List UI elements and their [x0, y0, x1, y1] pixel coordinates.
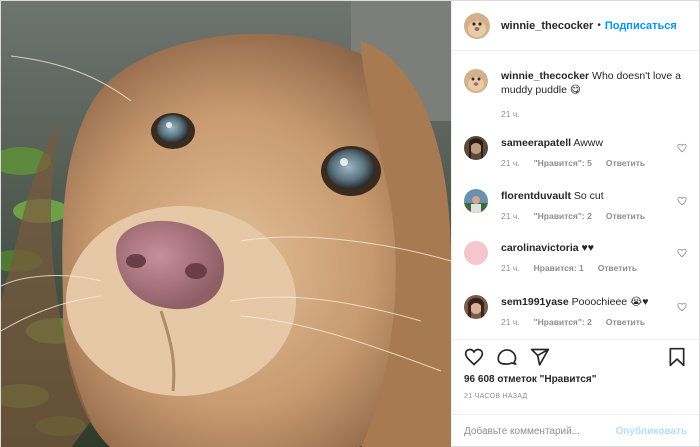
- comment-text: sem1991yase Pooochieee 😭♥: [501, 295, 687, 309]
- comment-username[interactable]: carolinavictoria: [501, 242, 579, 254]
- comment-text: florentduvault So cut: [501, 189, 687, 203]
- comment-username[interactable]: florentduvault: [501, 190, 571, 202]
- comment-row: sem1991yase Pooochieee 😭♥ 21 ч. "Нравитс…: [464, 295, 687, 327]
- comment-avatar[interactable]: [464, 189, 488, 213]
- bookmark-icon[interactable]: [667, 347, 687, 367]
- comment-time[interactable]: 21 ч.: [501, 317, 520, 327]
- likes-count[interactable]: 96 608 отметок "Нравится": [464, 374, 596, 385]
- comment-body: sameerapatell Awww 21 ч. "Нравится": 5 О…: [501, 136, 687, 168]
- separator-dot: •: [597, 20, 601, 31]
- reply-button[interactable]: Ответить: [606, 317, 645, 327]
- post-header: winnie_thecocker • Подписаться: [452, 1, 699, 51]
- comment-likes[interactable]: "Нравится": 2: [534, 211, 592, 221]
- comment-row: sameerapatell Awww 21 ч. "Нравится": 5 О…: [464, 136, 687, 168]
- caption-text: winnie_thecocker Who doesn't love a mudd…: [501, 69, 687, 97]
- comment-row: florentduvault So cut 21 ч. "Нравится": …: [464, 189, 687, 221]
- publish-button[interactable]: Опубликовать: [616, 426, 687, 437]
- comment-avatar[interactable]: [464, 136, 488, 160]
- caption-body: winnie_thecocker Who doesn't love a mudd…: [501, 69, 687, 119]
- comment-text: sameerapatell Awww: [501, 136, 687, 150]
- comment-meta: 21 ч. "Нравится": 2 Ответить: [501, 211, 687, 221]
- comment-heart-icon[interactable]: [677, 196, 687, 206]
- dog-photo-image: [1, 1, 451, 447]
- comment-username[interactable]: sem1991yase: [501, 296, 569, 308]
- comments-list[interactable]: winnie_thecocker Who doesn't love a mudd…: [452, 52, 699, 339]
- reply-button[interactable]: Ответить: [606, 158, 645, 168]
- caption-meta: 21 ч.: [501, 109, 687, 119]
- comment-content: Pooochieee 😭♥: [571, 296, 649, 308]
- comment-body: sem1991yase Pooochieee 😭♥ 21 ч. "Нравитс…: [501, 295, 687, 327]
- comment-likes[interactable]: "Нравится": 2: [534, 317, 592, 327]
- comment-heart-icon[interactable]: [677, 143, 687, 153]
- author-username[interactable]: winnie_thecocker: [501, 20, 593, 32]
- comment-row: carolinavictoria ♥♥ 21 ч. Нравится: 1 От…: [464, 241, 687, 273]
- comment-time[interactable]: 21 ч.: [501, 263, 520, 273]
- instagram-post: winnie_thecocker • Подписаться winnie_th…: [0, 0, 700, 447]
- comment-icon[interactable]: [497, 347, 517, 367]
- comment-text: carolinavictoria ♥♥: [501, 241, 687, 255]
- comment-heart-icon[interactable]: [677, 248, 687, 258]
- post-sidebar: winnie_thecocker • Подписаться winnie_th…: [451, 1, 699, 447]
- comment-avatar[interactable]: [464, 241, 488, 265]
- post-timestamp[interactable]: 21 ЧАСОВ НАЗАД: [464, 393, 528, 400]
- comment-meta: 21 ч. "Нравится": 2 Ответить: [501, 317, 687, 327]
- post-photo[interactable]: [1, 1, 451, 447]
- comment-content: ♥♥: [581, 242, 595, 254]
- caption-avatar[interactable]: [464, 69, 488, 93]
- share-icon[interactable]: [530, 347, 550, 367]
- action-bar: [452, 339, 699, 374]
- comment-time[interactable]: 21 ч.: [501, 158, 520, 168]
- comment-time[interactable]: 21 ч.: [501, 211, 520, 221]
- reply-button[interactable]: Ответить: [606, 211, 645, 221]
- comment-likes[interactable]: Нравится: 1: [534, 263, 584, 273]
- caption-row: winnie_thecocker Who doesn't love a mudd…: [464, 69, 687, 119]
- comment-body: florentduvault So cut 21 ч. "Нравится": …: [501, 189, 687, 221]
- comment-content: So cut: [573, 190, 604, 202]
- comment-username[interactable]: sameerapatell: [501, 137, 571, 149]
- caption-time[interactable]: 21 ч.: [501, 109, 520, 119]
- caption-username[interactable]: winnie_thecocker: [501, 70, 589, 82]
- follow-button[interactable]: Подписаться: [605, 20, 677, 32]
- comment-likes[interactable]: "Нравится": 5: [534, 158, 592, 168]
- reply-button[interactable]: Ответить: [598, 263, 637, 273]
- add-comment-input[interactable]: [464, 426, 616, 437]
- comment-heart-icon[interactable]: [677, 302, 687, 312]
- comment-meta: 21 ч. "Нравится": 5 Ответить: [501, 158, 687, 168]
- comment-meta: 21 ч. Нравится: 1 Ответить: [501, 263, 687, 273]
- heart-icon[interactable]: [464, 347, 484, 367]
- comment-content: Awww: [573, 137, 603, 149]
- author-avatar[interactable]: [464, 12, 490, 39]
- add-comment-bar: Опубликовать: [452, 414, 699, 447]
- comment-avatar[interactable]: [464, 295, 488, 319]
- comment-body: carolinavictoria ♥♥ 21 ч. Нравится: 1 От…: [501, 241, 687, 273]
